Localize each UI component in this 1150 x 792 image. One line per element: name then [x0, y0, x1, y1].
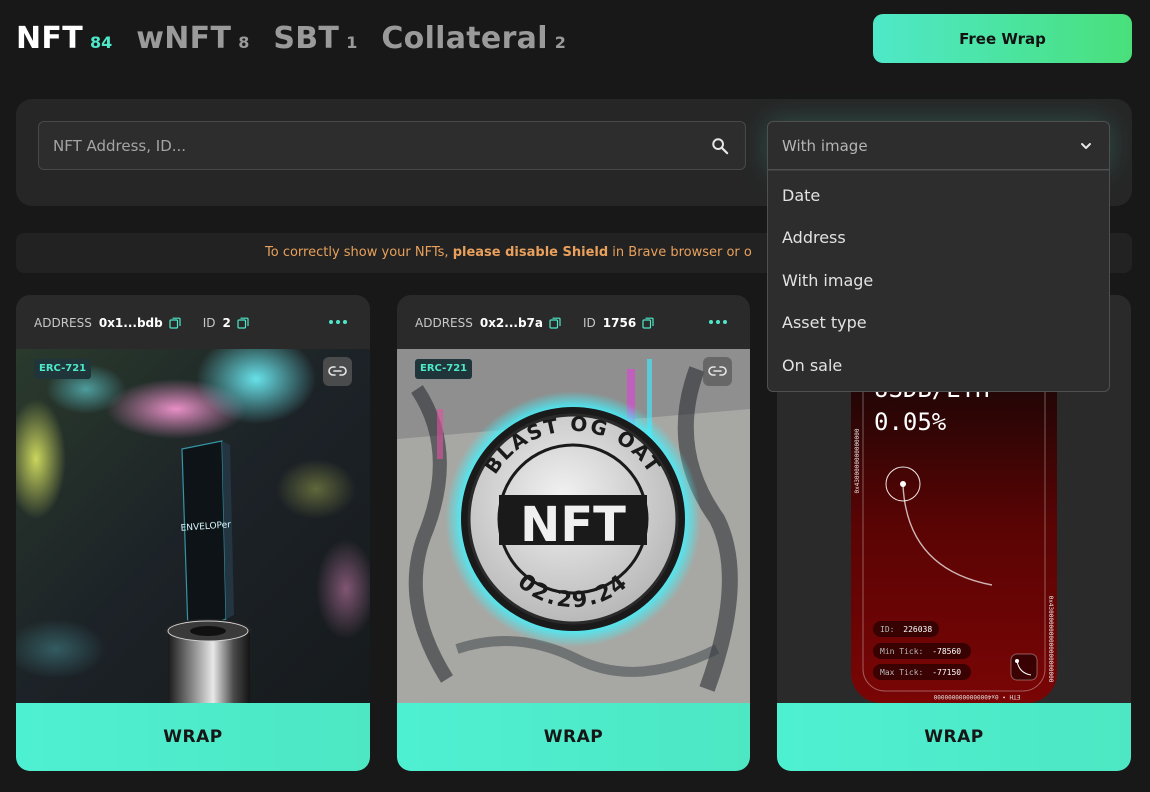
- dropdown-option-with-image[interactable]: With image: [768, 264, 1109, 306]
- wrap-button[interactable]: WRAP: [16, 703, 370, 771]
- nft-image-art: USDB/ETH 0.05% 0x4300000000000000 0x4300…: [851, 349, 1057, 703]
- tab-count: 2: [554, 32, 566, 52]
- address-value: 0x1...bdb: [98, 316, 163, 330]
- position-side-text: 0x4300000000000000: [854, 428, 861, 493]
- token-standard-badge: ERC-721: [415, 359, 473, 379]
- notice-prefix: To correctly show your NFTs,: [265, 245, 449, 260]
- token-standard-badge: ERC-721: [34, 359, 92, 379]
- search-icon[interactable]: [711, 137, 729, 155]
- wrap-button[interactable]: WRAP: [777, 703, 1131, 771]
- nft-image[interactable]: USDB/ETH 0.05% 0x4300000000000000 0x4300…: [777, 349, 1131, 703]
- max-tick-value: -77150: [932, 668, 961, 677]
- dropdown-option-date[interactable]: Date: [768, 179, 1109, 221]
- link-button[interactable]: [323, 357, 352, 386]
- tab-label: wNFT: [136, 20, 232, 56]
- tab-count: 8: [238, 32, 250, 52]
- max-tick-label: Max Tick:: [880, 668, 923, 677]
- notice-bold: please disable Shield: [452, 245, 609, 260]
- nft-card: ADDRESS 0x1...bdb ID 2 ENVELOPer ERC-721…: [16, 295, 370, 771]
- link-button[interactable]: [703, 357, 732, 386]
- nft-card: ADDRESS 0x2...b7a ID 1756 NFT BLAST OG O…: [397, 295, 750, 771]
- filter-selected-value: With image: [782, 137, 868, 155]
- free-wrap-button[interactable]: Free Wrap: [873, 14, 1132, 63]
- chevron-down-icon: [1081, 143, 1091, 149]
- position-fee: 0.05%: [874, 408, 947, 436]
- id-value: 1756: [602, 316, 637, 330]
- tab-sbt[interactable]: SBT 1: [273, 21, 357, 56]
- tab-collateral[interactable]: Collateral 2: [381, 21, 566, 56]
- nft-image[interactable]: ENVELOPer ERC-721: [16, 349, 370, 703]
- link-icon: [328, 366, 347, 376]
- search-box: [38, 121, 746, 170]
- tab-label: NFT: [16, 20, 83, 56]
- tab-nft[interactable]: NFT 84: [16, 21, 112, 56]
- card-header: ADDRESS 0x1...bdb ID 2: [16, 295, 370, 349]
- id-label: ID: [583, 316, 596, 330]
- id-value: 2: [222, 316, 231, 330]
- tab-wnft[interactable]: wNFT 8: [136, 21, 249, 56]
- copy-icon[interactable]: [169, 317, 181, 329]
- notice-suffix: in Brave browser or o: [612, 245, 752, 260]
- copy-icon[interactable]: [549, 317, 561, 329]
- wrap-button[interactable]: WRAP: [397, 703, 750, 771]
- more-icon[interactable]: [708, 315, 728, 329]
- token-id-label: ID:: [880, 625, 894, 634]
- filter-dropdown: Date Address With image Asset type On sa…: [767, 170, 1110, 392]
- dropdown-option-address[interactable]: Address: [768, 221, 1109, 263]
- card-header: ADDRESS 0x2...b7a ID 1756: [397, 295, 750, 349]
- position-max-tick: Max Tick: -77150: [880, 668, 961, 677]
- id-label: ID: [202, 316, 216, 330]
- address-value: 0x2...b7a: [479, 316, 543, 330]
- nft-image-art: NFT BLAST OG OAT 02.29.24: [397, 349, 750, 703]
- tab-label: Collateral: [381, 20, 548, 56]
- copy-icon[interactable]: [237, 317, 249, 329]
- tab-count: 84: [89, 32, 113, 52]
- position-min-tick: Min Tick: -78560: [880, 647, 961, 656]
- address-label: ADDRESS: [415, 316, 473, 330]
- tab-label: SBT: [273, 20, 340, 56]
- copy-icon[interactable]: [642, 317, 654, 329]
- card-meta: ADDRESS 0x2...b7a ID 1756: [415, 316, 676, 330]
- position-side-text: 0x4300000000000000000000: [1047, 596, 1054, 683]
- search-input[interactable]: [39, 122, 745, 169]
- position-token-id: ID: 226038: [880, 625, 932, 634]
- nft-image-art: ENVELOPer: [16, 349, 370, 703]
- nft-image[interactable]: NFT BLAST OG OAT 02.29.24 ERC-721: [397, 349, 750, 703]
- more-icon[interactable]: [328, 315, 348, 329]
- token-id-value: 226038: [903, 625, 932, 634]
- dropdown-option-asset-type[interactable]: Asset type: [768, 306, 1109, 348]
- min-tick-label: Min Tick:: [880, 647, 923, 656]
- card-meta: ADDRESS 0x1...bdb ID 2: [34, 316, 271, 330]
- position-bottom-text: ETH • 0x4000000000000000: [933, 693, 1020, 700]
- tab-count: 1: [346, 32, 358, 52]
- asset-tabs: NFT 84 wNFT 8 SBT 1 Collateral 2: [16, 14, 590, 62]
- filter-select[interactable]: With image: [767, 121, 1110, 170]
- link-icon: [708, 366, 727, 376]
- dropdown-option-on-sale[interactable]: On sale: [768, 349, 1109, 391]
- min-tick-value: -78560: [932, 647, 961, 656]
- coin-center-text: NFT: [520, 497, 626, 553]
- address-label: ADDRESS: [34, 316, 92, 330]
